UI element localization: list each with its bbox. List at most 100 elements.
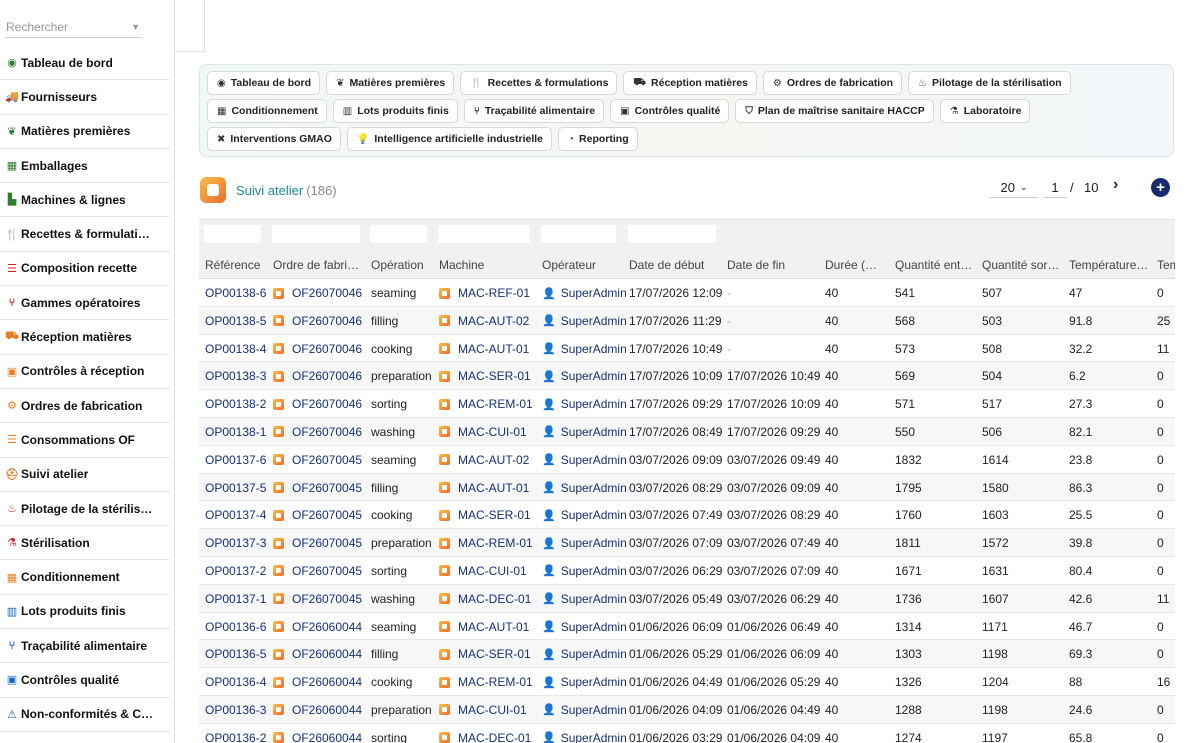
table-cell[interactable]: MAC-CUI-01 xyxy=(439,703,527,717)
table-row[interactable]: OP00138-2 OF26070046 sorting MAC-REM-01 👤 Sup… xyxy=(199,390,1175,418)
table-cell[interactable]: MAC-REM-01 xyxy=(439,397,533,411)
table-cell[interactable]: 👤 SuperAdmin xyxy=(542,703,627,717)
add-record-button[interactable]: + xyxy=(1151,178,1170,197)
shortcut-chip[interactable]: ◔ Reporting xyxy=(558,127,638,151)
shortcut-chip[interactable]: ▣ Contrôles qualité xyxy=(610,99,730,123)
table-cell[interactable]: MAC-REF-01 xyxy=(439,286,530,300)
column-header[interactable]: Machine xyxy=(439,258,484,272)
column-filter-input[interactable] xyxy=(438,225,530,243)
table-cell[interactable]: OF26060044 xyxy=(273,675,362,689)
table-cell[interactable]: filling xyxy=(371,481,398,495)
table-cell[interactable]: 👤 SuperAdmin xyxy=(542,647,627,661)
table-cell[interactable]: OF26060044 xyxy=(273,731,362,743)
table-cell[interactable]: 👤 SuperAdmin xyxy=(542,564,627,578)
sidebar-item[interactable]: ☰ Consommations OF xyxy=(0,423,170,458)
table-cell[interactable]: OP00137-6 xyxy=(205,453,266,467)
shortcut-chip[interactable]: ⛉ Plan de maîtrise sanitaire HACCP xyxy=(735,99,934,123)
table-cell[interactable]: 👤 SuperAdmin xyxy=(542,675,627,689)
shortcut-chip[interactable]: ◉ Tableau de bord xyxy=(207,71,321,95)
table-cell[interactable]: OF26070046 xyxy=(273,369,362,383)
table-cell[interactable]: OP00138-3 xyxy=(205,369,266,383)
sidebar-item[interactable]: ⑂ Gammes opératoires xyxy=(0,286,170,321)
table-cell[interactable]: OF26070046 xyxy=(273,397,362,411)
table-row[interactable]: OP00137-2 OF26070045 sorting MAC-CUI-01 👤 Sup… xyxy=(199,557,1175,585)
sidebar-item[interactable]: ▦ Emballages xyxy=(0,149,170,184)
table-cell[interactable]: OF26070045 xyxy=(273,508,362,522)
table-cell[interactable]: OP00136-6 xyxy=(205,620,266,634)
table-cell[interactable]: 👤 SuperAdmin xyxy=(542,286,627,300)
table-cell[interactable]: preparation xyxy=(371,369,432,383)
shortcut-chip[interactable]: 💡 Intelligence artificielle industrielle xyxy=(346,127,552,151)
table-cell[interactable]: 👤 SuperAdmin xyxy=(542,453,627,467)
table-row[interactable]: OP00138-1 OF26070046 washing MAC-CUI-01 👤 Sup… xyxy=(199,417,1175,446)
sidebar-item[interactable]: ☰ Composition recette xyxy=(0,252,170,287)
sidebar-item[interactable]: ◉ Tableau de bord xyxy=(0,46,170,81)
table-cell[interactable]: sorting xyxy=(371,564,407,578)
table-cell[interactable]: OF26070045 xyxy=(273,481,362,495)
shortcut-chip[interactable]: ▦ Conditionnement xyxy=(207,99,327,123)
column-header[interactable]: Opération xyxy=(371,258,424,272)
column-header[interactable]: Référence xyxy=(205,258,260,272)
table-cell[interactable]: MAC-DEC-01 xyxy=(439,592,531,606)
shortcut-chip[interactable]: ⛟ Réception matières xyxy=(623,71,757,95)
table-row[interactable]: OP00138-4 OF26070046 cooking MAC-AUT-01 👤 Sup… xyxy=(199,335,1175,363)
column-filter-input[interactable] xyxy=(628,225,716,243)
table-cell[interactable]: 👤 SuperAdmin xyxy=(542,314,627,328)
table-cell[interactable]: MAC-DEC-01 xyxy=(439,731,531,743)
table-cell[interactable]: MAC-AUT-02 xyxy=(439,314,529,328)
sidebar-item[interactable]: 🍴 Recettes & formulati… xyxy=(0,217,170,252)
table-cell[interactable]: washing xyxy=(371,425,415,439)
table-cell[interactable]: 👤 SuperAdmin xyxy=(542,592,627,606)
table-cell[interactable]: MAC-REM-01 xyxy=(439,675,533,689)
table-row[interactable]: OP00138-6 OF26070046 seaming MAC-REF-01 👤 Sup… xyxy=(199,279,1175,307)
table-cell[interactable]: OP00136-2 xyxy=(205,731,266,743)
table-cell[interactable]: OF26070045 xyxy=(273,536,362,550)
column-header[interactable]: Température… xyxy=(1069,258,1148,272)
table-cell[interactable]: OF26070046 xyxy=(273,342,362,356)
table-cell[interactable]: OP00138-6 xyxy=(205,286,266,300)
column-header[interactable]: Quantité entr… xyxy=(895,258,974,272)
table-cell[interactable]: filling xyxy=(371,647,398,661)
table-cell[interactable]: OF26060044 xyxy=(273,620,362,634)
table-cell[interactable]: OF26070045 xyxy=(273,592,362,606)
sidebar-item[interactable]: ♨ Pilotage de la stérilis… xyxy=(0,492,170,527)
table-row[interactable]: OP00136-6 OF26060044 seaming MAC-AUT-01 👤 Sup… xyxy=(199,613,1175,641)
sidebar-item[interactable]: ⚠ Non-conformités & C… xyxy=(0,698,170,732)
table-cell[interactable]: OF26070046 xyxy=(273,314,362,328)
column-header[interactable]: Date de début xyxy=(629,258,704,272)
column-header[interactable]: Ordre de fabric… xyxy=(273,258,363,272)
table-cell[interactable]: OF26070045 xyxy=(273,453,362,467)
table-cell[interactable]: sorting xyxy=(371,397,407,411)
table-cell[interactable]: washing xyxy=(371,592,415,606)
shortcut-chip[interactable]: 🍴 Recettes & formulations xyxy=(460,71,618,95)
table-cell[interactable]: 👤 SuperAdmin xyxy=(542,508,627,522)
sidebar-item[interactable]: ▥ Lots produits finis xyxy=(0,595,170,630)
column-header[interactable]: Tem xyxy=(1157,258,1175,272)
table-row[interactable]: OP00136-2 OF26060044 sorting MAC-DEC-01 👤 Sup… xyxy=(199,724,1175,743)
table-cell[interactable]: filling xyxy=(371,314,398,328)
shortcut-chip[interactable]: ❦ Matières premières xyxy=(326,71,455,95)
table-cell[interactable]: sorting xyxy=(371,731,407,743)
table-row[interactable]: OP00136-5 OF26060044 filling MAC-SER-01 👤 Sup… xyxy=(199,640,1175,669)
table-cell[interactable]: OF26070046 xyxy=(273,425,362,439)
table-cell[interactable]: cooking xyxy=(371,675,412,689)
table-cell[interactable]: MAC-AUT-01 xyxy=(439,481,529,495)
sidebar-item[interactable]: ▦ Conditionnement xyxy=(0,560,170,595)
column-filter-input[interactable] xyxy=(204,225,261,243)
shortcut-chip[interactable]: ⚙ Ordres de fabrication xyxy=(762,71,903,95)
column-header[interactable]: Date de fin xyxy=(727,258,785,272)
sidebar-item[interactable]: ❦ Matières premières xyxy=(0,115,170,149)
column-filter-input[interactable] xyxy=(272,225,360,243)
page-size-select[interactable]: 20 ⌄ xyxy=(990,178,1038,198)
table-row[interactable]: OP00137-5 OF26070045 filling MAC-AUT-01 👤 Sup… xyxy=(199,473,1175,502)
table-cell[interactable]: OP00137-2 xyxy=(205,564,266,578)
table-cell[interactable]: OF26070046 xyxy=(273,286,362,300)
table-cell[interactable]: 👤 SuperAdmin xyxy=(542,425,627,439)
shortcut-chip[interactable]: ✖ Interventions GMAO xyxy=(207,127,341,151)
table-row[interactable]: OP00137-3 OF26070045 preparation MAC-REM-01… xyxy=(199,529,1175,557)
column-filter-input[interactable] xyxy=(541,225,616,243)
table-row[interactable]: OP00137-1 OF26070045 washing MAC-DEC-01 👤 Sup… xyxy=(199,584,1175,613)
table-cell[interactable]: OP00136-4 xyxy=(205,675,266,689)
table-cell[interactable]: preparation xyxy=(371,703,432,717)
table-cell[interactable]: OP00137-5 xyxy=(205,481,266,495)
